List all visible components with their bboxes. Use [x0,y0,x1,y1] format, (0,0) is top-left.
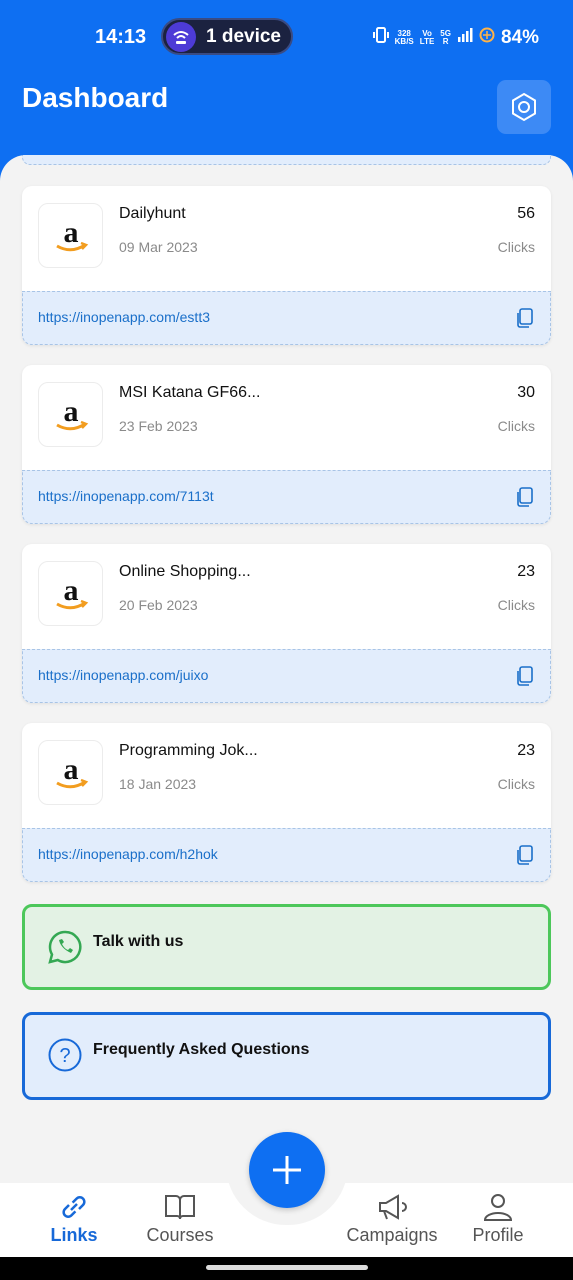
book-icon [165,1195,195,1220]
short-link-url[interactable]: https://inopenapp.com/h2hok [38,846,218,862]
short-link-url[interactable]: https://inopenapp.com/juixo [38,667,208,683]
link-clicks: 23 [517,563,535,580]
nav-courses[interactable]: Courses [130,1191,230,1246]
short-link-box[interactable]: https://inopenapp.com/juixo [22,649,551,703]
link-date: 18 Jan 2023 [119,776,197,792]
link-card[interactable]: a Online Shopping... 20 Feb 2023 23 Clic… [22,544,551,703]
status-bar: 14:13 1 device 328 KB/S Vo LTE 5G R 84% [0,0,573,74]
whatsapp-icon [48,930,82,964]
copy-icon[interactable] [514,307,536,329]
nav-profile-label: Profile [472,1225,524,1245]
page-title: Dashboard [22,82,169,113]
battery-saver-icon [479,27,495,49]
copy-icon[interactable] [514,844,536,866]
device-pill[interactable]: 1 device [161,18,293,55]
nav-campaigns[interactable]: Campaigns [342,1191,442,1246]
plus-icon [273,1156,301,1184]
device-pill-label: 1 device [206,25,281,47]
status-time: 14:13 [95,26,147,48]
signal-icon [457,27,473,49]
link-date: 23 Feb 2023 [119,418,198,434]
link-clicks: 56 [517,205,535,222]
clicks-label: Clicks [497,776,535,792]
svg-text:a: a [63,753,78,786]
previous-link-edge [22,155,551,165]
system-nav-bar [0,1257,573,1280]
link-name: Online Shopping... [119,563,251,580]
faq-label: Frequently Asked Questions [93,1041,310,1058]
svg-text:a: a [63,395,78,428]
settings-icon [512,92,536,122]
faq-button[interactable]: ? Frequently Asked Questions [22,1012,551,1100]
short-link-url[interactable]: https://inopenapp.com/estt3 [38,309,210,325]
short-link-box[interactable]: https://inopenapp.com/estt3 [22,291,551,345]
talk-with-us-label: Talk with us [93,933,184,950]
link-clicks: 23 [517,742,535,759]
home-indicator[interactable] [206,1265,368,1270]
talk-with-us-button[interactable]: Talk with us [22,904,551,990]
svg-text:a: a [63,216,78,249]
nav-links[interactable]: Links [24,1191,124,1246]
svg-text:a: a [63,574,78,607]
nav-campaigns-label: Campaigns [346,1225,438,1245]
megaphone-icon [379,1194,407,1220]
speed-indicator: 328 KB/S [394,29,414,46]
link-date: 20 Feb 2023 [119,597,198,613]
link-name: MSI Katana GF66... [119,384,261,401]
short-link-url[interactable]: https://inopenapp.com/7113t [38,488,214,504]
nav-courses-label: Courses [146,1225,214,1245]
volte-indicator: Vo LTE [419,29,435,46]
user-icon [483,1194,513,1221]
copy-icon[interactable] [514,665,536,687]
question-icon: ? [48,1038,82,1072]
clicks-label: Clicks [497,239,535,255]
link-date: 09 Mar 2023 [119,239,198,255]
amazon-logo-icon: a [38,203,103,268]
vibrate-icon [372,26,389,50]
link-card[interactable]: a MSI Katana GF66... 23 Feb 2023 30 Clic… [22,365,551,524]
copy-icon[interactable] [514,486,536,508]
nav-links-label: Links [50,1225,98,1245]
short-link-box[interactable]: https://inopenapp.com/h2hok [22,828,551,882]
svg-text:?: ? [59,1045,70,1067]
add-link-button[interactable] [249,1132,325,1208]
short-link-box[interactable]: https://inopenapp.com/7113t [22,470,551,524]
link-card[interactable]: a Programming Jok... 18 Jan 2023 23 Clic… [22,723,551,882]
link-name: Programming Jok... [119,742,258,759]
link-icon [62,1196,86,1218]
link-clicks: 30 [517,384,535,401]
battery-percent: 84% [500,27,539,48]
amazon-logo-icon: a [38,740,103,805]
nav-profile[interactable]: Profile [448,1191,548,1246]
hotspot-icon [166,21,196,52]
link-card[interactable]: a Dailyhunt 09 Mar 2023 56 Clicks https:… [22,186,551,345]
clicks-label: Clicks [497,418,535,434]
link-name: Dailyhunt [119,205,186,222]
amazon-logo-icon: a [38,382,103,447]
network-indicator: 5G R [440,29,451,46]
status-indicators: 328 KB/S Vo LTE 5G R 84% [372,26,539,50]
content-area[interactable]: a Dailyhunt 09 Mar 2023 56 Clicks https:… [0,155,573,1280]
clicks-label: Clicks [497,597,535,613]
amazon-logo-icon: a [38,561,103,626]
settings-button[interactable] [497,80,551,134]
